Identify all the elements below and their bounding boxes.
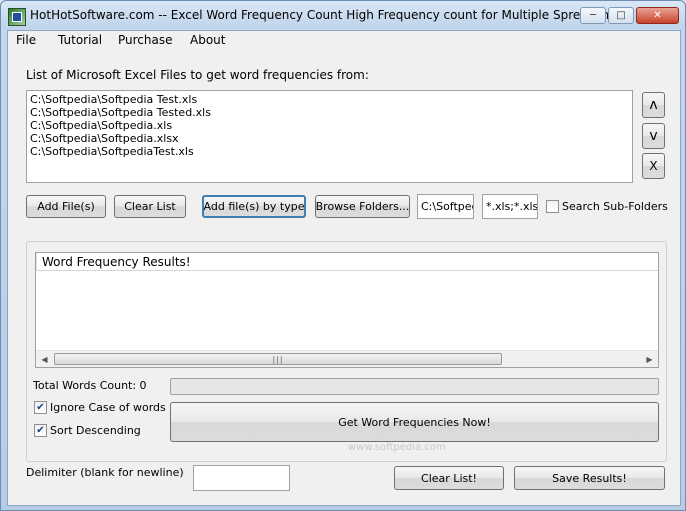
- menu-file[interactable]: File: [16, 33, 36, 47]
- list-item[interactable]: C:\Softpedia\Softpedia.xls: [30, 119, 629, 132]
- sort-descending-label: Sort Descending: [50, 424, 141, 437]
- ignore-case-label: Ignore Case of words: [50, 401, 166, 414]
- menu-bar: File Tutorial Purchase About: [8, 31, 680, 49]
- file-list[interactable]: C:\Softpedia\Softpedia Test.xls C:\Softp…: [26, 90, 633, 183]
- scroll-left-icon[interactable]: ◀: [36, 351, 53, 367]
- search-subfolders-label: Search Sub-Folders: [562, 200, 668, 213]
- file-type-input[interactable]: *.xls;*.xlsx: [482, 194, 538, 219]
- ignore-case-checkbox[interactable]: ✔: [34, 401, 47, 414]
- window-title: HotHotSoftware.com -- Excel Word Frequen…: [30, 8, 651, 22]
- clear-list-results-button[interactable]: Clear List!: [394, 466, 504, 490]
- list-item[interactable]: C:\Softpedia\SoftpediaTest.xls: [30, 145, 629, 158]
- search-subfolders-checkbox[interactable]: [546, 200, 559, 213]
- move-up-button[interactable]: ʌ: [642, 92, 665, 118]
- horizontal-scrollbar[interactable]: ◀ ||| ▶: [36, 350, 658, 367]
- results-column-header[interactable]: Word Frequency Results!: [36, 253, 658, 271]
- list-item[interactable]: C:\Softpedia\Softpedia Test.xls: [30, 93, 629, 106]
- browse-folders-button[interactable]: Browse Folders...: [315, 195, 410, 218]
- progress-bar: [170, 378, 659, 395]
- delimiter-label: Delimiter (blank for newline): [26, 466, 184, 479]
- list-item[interactable]: C:\Softpedia\Softpedia.xlsx: [30, 132, 629, 145]
- save-results-button[interactable]: Save Results!: [514, 466, 665, 490]
- scroll-right-icon[interactable]: ▶: [641, 351, 658, 367]
- total-words-count: Total Words Count: 0: [33, 379, 147, 392]
- ignore-case-check-icon: ✔: [36, 401, 45, 413]
- menu-purchase[interactable]: Purchase: [118, 33, 173, 47]
- sort-descending-checkbox[interactable]: ✔: [34, 424, 47, 437]
- folder-path-input[interactable]: C:\Softpec: [417, 194, 474, 219]
- results-list[interactable]: Word Frequency Results! ◀ ||| ▶: [35, 252, 659, 368]
- list-item[interactable]: C:\Softpedia\Softpedia Tested.xls: [30, 106, 629, 119]
- menu-about[interactable]: About: [190, 33, 225, 47]
- delimiter-input[interactable]: [193, 465, 290, 491]
- close-button[interactable]: ✕: [636, 7, 679, 24]
- sort-descending-check-icon: ✔: [36, 424, 45, 436]
- add-files-by-type-button[interactable]: Add file(s) by type: [202, 195, 306, 218]
- minimize-button[interactable]: ─: [580, 7, 606, 24]
- scroll-thumb[interactable]: |||: [54, 353, 502, 365]
- app-icon: [8, 8, 26, 26]
- client-area: File Tutorial Purchase About List of Mic…: [7, 30, 681, 506]
- move-down-button[interactable]: v: [642, 123, 665, 149]
- menu-tutorial[interactable]: Tutorial: [58, 33, 102, 47]
- clear-list-button[interactable]: Clear List: [114, 195, 186, 218]
- title-bar[interactable]: HotHotSoftware.com -- Excel Word Frequen…: [1, 1, 685, 29]
- softpedia-watermark: www.softpedia.com: [348, 442, 446, 453]
- window-controls: ─ □ ✕: [580, 7, 679, 24]
- maximize-button[interactable]: □: [608, 7, 634, 24]
- app-window: HotHotSoftware.com -- Excel Word Frequen…: [0, 0, 686, 511]
- remove-file-button[interactable]: X: [642, 153, 665, 179]
- file-list-label: List of Microsoft Excel Files to get wor…: [26, 68, 369, 82]
- add-files-button[interactable]: Add File(s): [26, 195, 106, 218]
- scroll-grip-icon: |||: [272, 354, 284, 364]
- get-word-frequencies-button[interactable]: Get Word Frequencies Now!: [170, 402, 659, 442]
